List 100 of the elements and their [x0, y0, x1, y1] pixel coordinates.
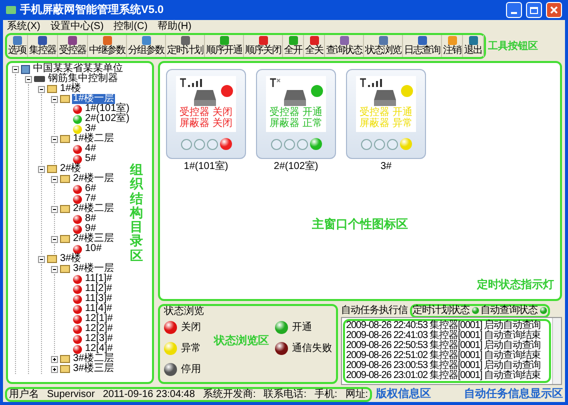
tree-item[interactable]: 3# [84, 124, 98, 134]
collapse-toggle[interactable] [38, 256, 45, 262]
tree-item[interactable]: 6# [84, 184, 98, 194]
device-name: 3# [380, 161, 392, 172]
tree-item[interactable]: 7# [84, 194, 98, 204]
tree-item[interactable]: 12[2]# [84, 324, 114, 334]
collapse-toggle[interactable] [12, 66, 19, 72]
close-icon [550, 6, 558, 14]
collapse-toggle[interactable] [51, 236, 58, 242]
tree-item[interactable]: 中国某某省某某单位 [32, 64, 124, 74]
collapse-toggle[interactable] [51, 176, 58, 182]
status-text: 受控器 开通 [270, 107, 322, 118]
expand-toggle[interactable] [51, 356, 58, 362]
tree-item[interactable]: 1#楼二层 [72, 134, 116, 144]
tree-item[interactable]: 2#楼三层 [72, 234, 116, 244]
status-text: 系统开发商: [202, 388, 256, 400]
tree-item[interactable]: 11[3]# [84, 294, 114, 304]
menu-item[interactable]: 系统(X) [7, 20, 40, 32]
panel-title: 自动任务执行信 [341, 304, 408, 318]
toolbar-icon [102, 36, 112, 45]
toolbar-icon [38, 36, 47, 45]
status-text: Supervisor [47, 388, 95, 400]
device-name: 2#(102室) [274, 161, 318, 172]
toolbar-button[interactable]: 顺序开通 [205, 35, 244, 57]
menu-item[interactable]: 控制(C) [114, 20, 148, 32]
log-line: 2009-08-26 23:00:53 集控器[0001] 启动自动查询 [346, 361, 542, 371]
toolbar-button[interactable]: 查询状态 [325, 35, 364, 57]
toolbar-button[interactable]: 定时计划 [166, 35, 205, 57]
toolbar-button[interactable]: 分组参数 [127, 35, 166, 57]
toolbar-button[interactable]: 全开 [283, 35, 304, 57]
scrollbar[interactable] [552, 318, 561, 384]
tree-item[interactable]: 2#楼二层 [72, 204, 116, 214]
toolbar-button[interactable]: 选项 [7, 35, 28, 57]
minimize-button[interactable] [506, 2, 522, 18]
toolbar-icon [142, 36, 150, 45]
tree-item[interactable]: 11[2]# [84, 284, 114, 294]
annotation-label: 版权信息区 [376, 386, 432, 402]
tree-item[interactable]: 12[1]# [84, 314, 114, 324]
status-text: 屏蔽器 关闭 [180, 118, 232, 129]
toolbar-button[interactable]: 全关 [304, 35, 325, 57]
organization-icon [21, 64, 30, 74]
tree-item[interactable]: 8# [84, 214, 98, 224]
tree-item[interactable]: 钢筋集中控制器 [47, 74, 119, 84]
maximize-button[interactable] [526, 2, 542, 18]
status-text: 用户名 [9, 388, 39, 400]
toolbar-button[interactable]: 日志查询 [403, 35, 442, 57]
log-line: 2009-08-26 22:41:03 集控器[0001] 自动查询结束 [346, 331, 542, 341]
collapse-toggle[interactable] [25, 76, 32, 82]
folder-icon [60, 205, 70, 213]
toolbar-button[interactable]: 状态浏览 [364, 35, 403, 57]
menu-item[interactable]: 设置中心(S) [50, 20, 104, 32]
close-button[interactable] [546, 2, 562, 18]
collapse-toggle[interactable] [51, 96, 58, 102]
tree-item[interactable]: 9# [84, 224, 98, 234]
tree-item[interactable]: 5# [84, 154, 98, 164]
tree-item[interactable]: 1#楼 [59, 84, 82, 94]
tree-item[interactable]: 2#楼 [59, 164, 82, 174]
status-text: 手机: [314, 388, 338, 400]
collapse-toggle[interactable] [51, 206, 58, 212]
toolbar-button[interactable]: 中继参数 [88, 35, 127, 57]
tree-item[interactable]: 3#楼一层 [72, 264, 116, 274]
tree-item[interactable]: 12[3]# [84, 334, 114, 344]
tree-item[interactable]: 11[4]# [84, 304, 114, 314]
log-line: 2009-08-26 23:01:02 集控器[0001] 自动查询结束 [346, 371, 542, 381]
legend-label: 停用 [181, 363, 201, 377]
toolbar-icon [220, 36, 228, 45]
annotation-label: 主窗口个性图标区 [312, 216, 408, 234]
tree-item[interactable]: 3#楼三层 [72, 364, 116, 374]
tree-item[interactable]: 2#楼一层 [72, 174, 116, 184]
collapse-toggle[interactable] [38, 166, 45, 172]
status-text: 联系电话: [264, 388, 306, 400]
annotation-label: 自动任务信息显示区 [464, 386, 563, 402]
tree-item[interactable]: 11[1]# [84, 274, 114, 284]
controller-icon [34, 76, 45, 82]
tree-item[interactable]: 12[4]# [84, 344, 114, 354]
indicator-label: 定时计划状态 [412, 306, 470, 316]
toolbar-button[interactable]: 退出 [463, 35, 484, 57]
toolbar-button[interactable]: 集控器 [28, 35, 58, 57]
folder-icon [60, 235, 70, 243]
tree-item[interactable]: 10# [84, 244, 103, 254]
legend-label: 通信失败 [292, 342, 332, 356]
annotation-label: 状态浏览区 [214, 334, 269, 349]
expand-toggle[interactable] [51, 366, 58, 372]
toolbar-icon [468, 36, 478, 45]
toolbar-button[interactable]: 受控器 [58, 35, 88, 57]
toolbar-icon [12, 36, 22, 45]
folder-icon [60, 135, 70, 143]
toolbar-button[interactable]: 注销 [442, 35, 463, 57]
status-text: 屏蔽器 异常 [360, 118, 412, 129]
tree-item[interactable]: 3#楼 [59, 254, 82, 264]
device-name: 1#(101室) [184, 161, 228, 172]
toolbar-button[interactable]: 顺序关闭 [244, 35, 283, 57]
tree-item[interactable]: 4# [84, 144, 98, 154]
tree-item[interactable]: 1#(101室) [84, 104, 130, 114]
collapse-toggle[interactable] [51, 136, 58, 142]
collapse-toggle[interactable] [51, 266, 58, 272]
tree-item[interactable]: 2#(102室) [84, 114, 130, 124]
menu-item[interactable]: 帮助(H) [158, 20, 192, 32]
tree-item[interactable]: 3#楼二层 [72, 354, 116, 364]
collapse-toggle[interactable] [38, 86, 45, 92]
